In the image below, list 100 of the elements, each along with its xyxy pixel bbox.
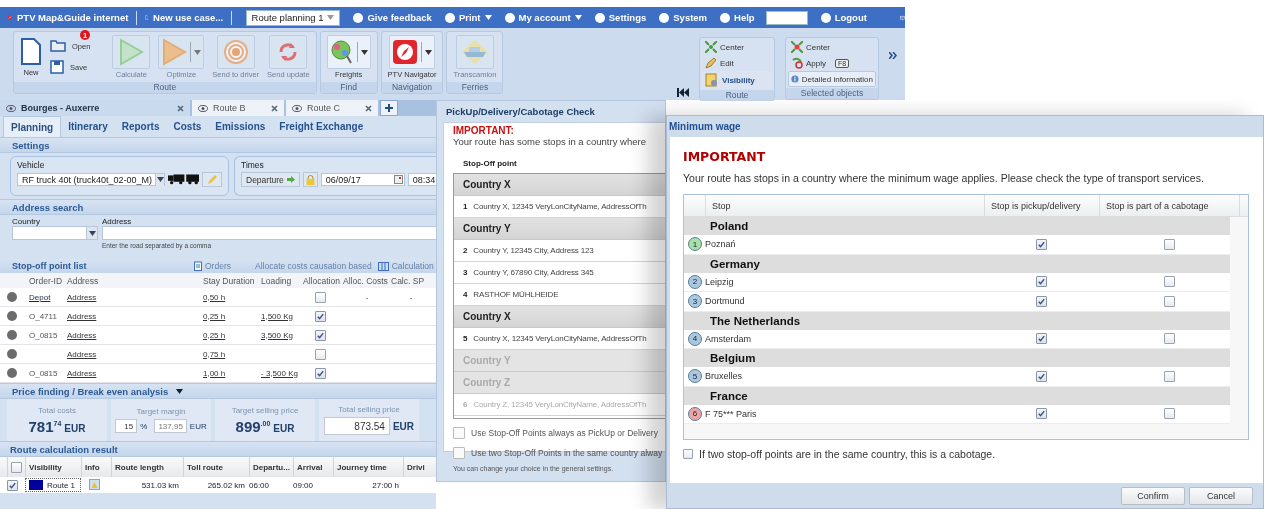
- checkbox[interactable]: [453, 447, 465, 459]
- checkbox[interactable]: [683, 449, 693, 459]
- checkbox[interactable]: [315, 348, 326, 360]
- new-use-case-link[interactable]: New use case...: [153, 12, 224, 23]
- search-field[interactable]: [765, 10, 808, 25]
- ribbon-button[interactable]: Center: [788, 39, 876, 55]
- section-tab[interactable]: Costs: [166, 116, 209, 137]
- loading-link[interactable]: - 3,500 Kg: [261, 368, 303, 378]
- currency-text: EUR: [392, 420, 415, 432]
- vehicle-select[interactable]: RF truck 40t (truck40t_02-00_M): [17, 173, 165, 186]
- table-cell-text: 265.02 km: [206, 480, 246, 490]
- address-link[interactable]: Address: [67, 292, 203, 302]
- card-label: Total selling price: [338, 405, 400, 414]
- section-tab[interactable]: Planning: [3, 116, 62, 137]
- section-tab[interactable]: Emissions: [208, 116, 273, 137]
- logout-link[interactable]: Logout: [834, 12, 867, 23]
- duration-link[interactable]: 0,50 h: [203, 292, 261, 302]
- close-icon[interactable]: [365, 104, 372, 112]
- ribbon-button[interactable]: Detailed information: [788, 71, 876, 87]
- table-cell-text: 06:00: [249, 480, 271, 490]
- checkbox[interactable]: [1036, 295, 1047, 307]
- order-link[interactable]: Depot: [29, 292, 67, 302]
- checkbox[interactable]: [1163, 408, 1175, 420]
- route-tab[interactable]: Route B: [192, 100, 284, 116]
- amount-text: 781$^{74}$: [28, 417, 62, 435]
- checkbox[interactable]: [315, 310, 326, 322]
- ribbon-button[interactable]: Visibility: [702, 71, 772, 89]
- country-row[interactable]: Country X: [454, 174, 665, 196]
- select-all-checkbox[interactable]: [11, 461, 22, 473]
- apply-icon: [791, 57, 803, 69]
- checkbox[interactable]: [1036, 370, 1047, 382]
- percent-field[interactable]: 15: [115, 419, 138, 433]
- checkbox[interactable]: [1036, 276, 1047, 288]
- section-header: Route calculation result: [0, 441, 436, 457]
- margin-field[interactable]: 137,95: [154, 419, 187, 433]
- checkbox[interactable]: [7, 479, 18, 491]
- address-field[interactable]: [102, 226, 436, 240]
- address-link[interactable]: Address: [67, 368, 203, 378]
- checkbox[interactable]: [315, 329, 326, 341]
- checkbox[interactable]: [1163, 295, 1175, 307]
- route-name[interactable]: Route 1: [25, 478, 81, 492]
- duration-link[interactable]: 1,00 h: [203, 368, 261, 378]
- address-link[interactable]: Address: [67, 311, 203, 321]
- menu-link[interactable]: Print: [458, 12, 481, 23]
- menu-link[interactable]: System: [673, 12, 708, 23]
- columns-icon: [377, 261, 389, 271]
- double-chevron-icon[interactable]: [889, 52, 897, 59]
- column-header: Stop is pickup/delivery: [984, 195, 1099, 216]
- info-icon: [791, 73, 799, 85]
- route-select[interactable]: Route planning 1: [245, 9, 341, 26]
- group-label: Find: [320, 82, 377, 93]
- section-tab[interactable]: Reports: [114, 116, 167, 137]
- country-row[interactable]: Country Y: [454, 218, 665, 240]
- departure-button[interactable]: Departure: [241, 172, 300, 187]
- warning-message: Your route has stops in a country where the minimum wage applies. Please check the type of transport services.: [683, 172, 1205, 184]
- menu-link[interactable]: Settings: [608, 12, 647, 23]
- close-icon[interactable]: [177, 104, 184, 112]
- menu-link[interactable]: My account: [518, 12, 571, 23]
- checkbox[interactable]: [1163, 276, 1175, 288]
- close-icon[interactable]: [271, 104, 278, 112]
- skip-back-icon[interactable]: [677, 88, 689, 97]
- ribbon-button[interactable]: Center: [702, 39, 772, 55]
- status-dot: [7, 330, 17, 340]
- address-link[interactable]: Address: [67, 330, 203, 340]
- time-field[interactable]: 08:34: [407, 173, 436, 186]
- pencil-icon: [705, 57, 717, 69]
- duration-link[interactable]: 0,25 h: [203, 311, 261, 321]
- add-tab-button[interactable]: [380, 100, 398, 116]
- duration-link[interactable]: 0,25 h: [203, 330, 261, 340]
- ribbon-button[interactable]: Edit: [702, 55, 772, 71]
- cancel-button[interactable]: Cancel: [1189, 486, 1253, 505]
- document-icon: [20, 37, 42, 66]
- country-row[interactable]: Country X: [454, 306, 665, 328]
- section-tab[interactable]: Itinerary: [61, 116, 115, 137]
- checkbox-label: Use two Stop-Off Points in the same country alway: [471, 448, 663, 458]
- checkbox[interactable]: [1163, 238, 1175, 250]
- checkbox[interactable]: [1036, 238, 1047, 250]
- checkbox[interactable]: [453, 427, 465, 439]
- confirm-button[interactable]: Confirm: [1121, 486, 1185, 505]
- checkbox[interactable]: [315, 291, 326, 303]
- caret-icon: [484, 15, 492, 20]
- selling-price-field[interactable]: 873.54: [323, 417, 390, 435]
- loading-link[interactable]: 1,500 Kg: [261, 311, 303, 321]
- duration-link[interactable]: 0,75 h: [203, 349, 261, 359]
- checkbox[interactable]: [1163, 370, 1175, 382]
- menu-link[interactable]: Help: [734, 12, 755, 23]
- checkbox[interactable]: [1036, 408, 1047, 420]
- checkbox[interactable]: [1036, 333, 1047, 345]
- document-icon: [144, 12, 148, 23]
- checkbox[interactable]: [315, 367, 326, 379]
- date-field[interactable]: 06/09/17: [320, 173, 405, 186]
- menu-link[interactable]: Give feedback: [367, 12, 432, 23]
- section-tab[interactable]: Freight Exchange: [272, 116, 371, 137]
- address-link[interactable]: Address: [67, 349, 203, 359]
- route-tab[interactable]: Bourges - Auxerre: [0, 100, 190, 116]
- status-dot: [7, 311, 17, 321]
- route-tab[interactable]: Route C: [286, 100, 378, 116]
- dialog-title: PickUp/Delivery/Cabotage Check: [445, 105, 596, 119]
- loading-link[interactable]: 3,500 Kg: [261, 330, 303, 340]
- checkbox[interactable]: [1163, 333, 1175, 345]
